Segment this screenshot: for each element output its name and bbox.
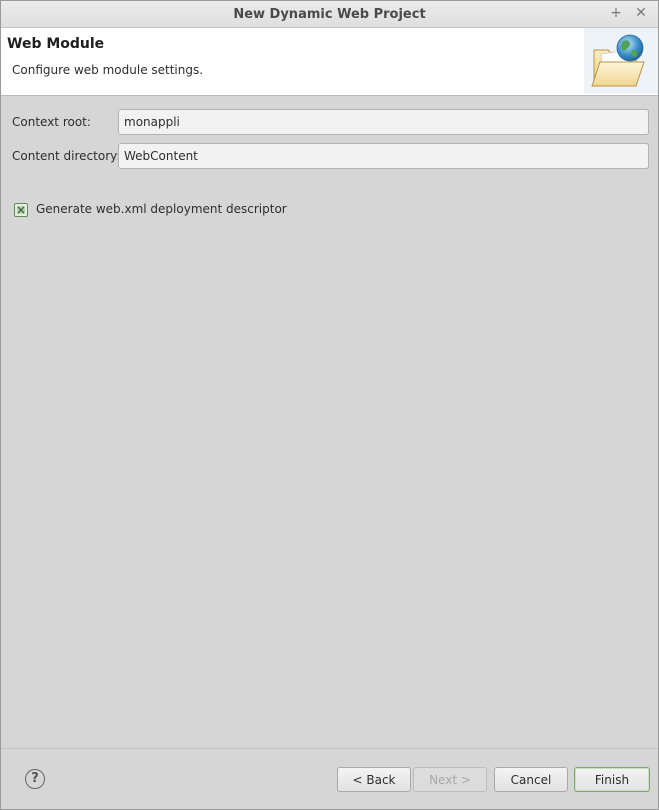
folder-globe-icon (584, 28, 658, 94)
cancel-button[interactable]: Cancel (494, 767, 568, 792)
generate-webxml-checkbox[interactable] (14, 203, 28, 217)
generate-webxml-label[interactable]: Generate web.xml deployment descriptor (36, 202, 287, 216)
maximize-icon[interactable]: + (607, 4, 625, 22)
new-dynamic-web-project-dialog: New Dynamic Web Project + ✕ Web Module C… (0, 0, 659, 810)
content-directory-input[interactable] (118, 143, 649, 169)
finish-button[interactable]: Finish (574, 767, 650, 792)
window-title: New Dynamic Web Project (233, 7, 426, 22)
content-directory-label: Content directory: (12, 149, 121, 163)
page-title: Web Module (7, 36, 105, 52)
close-icon[interactable]: ✕ (632, 4, 650, 22)
help-icon[interactable]: ? (25, 769, 45, 789)
title-bar[interactable]: New Dynamic Web Project + ✕ (1, 1, 658, 28)
context-root-input[interactable] (118, 109, 649, 135)
page-description: Configure web module settings. (12, 63, 204, 77)
next-button: Next > (413, 767, 487, 792)
footer-divider (1, 748, 658, 749)
wizard-banner: Web Module Configure web module settings… (1, 28, 658, 96)
context-root-label: Context root: (12, 115, 91, 129)
checkmark-icon (17, 206, 25, 214)
back-button[interactable]: < Back (337, 767, 411, 792)
